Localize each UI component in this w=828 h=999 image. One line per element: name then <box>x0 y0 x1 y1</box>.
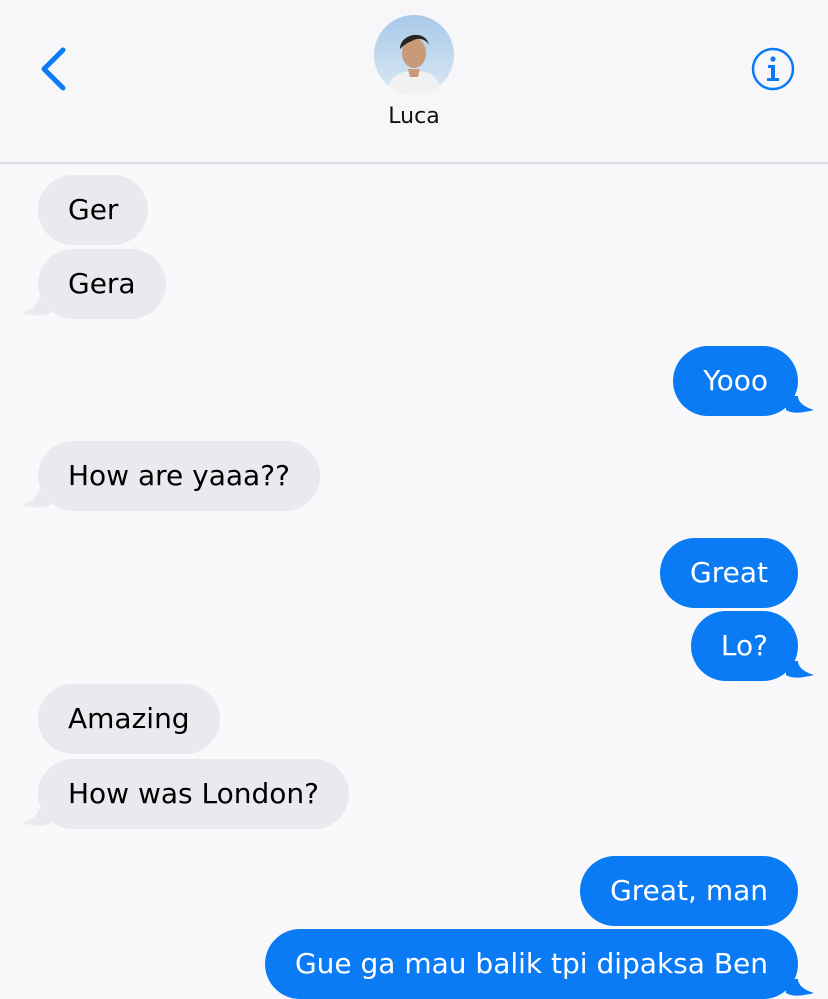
message-bubble-outgoing[interactable]: Lo? <box>690 611 798 681</box>
bubble-tail <box>786 396 814 413</box>
back-button[interactable] <box>30 40 80 100</box>
info-icon <box>751 47 795 91</box>
conversation-header: Luca <box>0 0 828 164</box>
contact-photo <box>374 15 454 95</box>
bubble-tail <box>786 979 814 996</box>
bubble-tail <box>22 809 50 826</box>
message-bubble-incoming[interactable]: Ger <box>38 175 149 245</box>
message-bubble-outgoing[interactable]: Great <box>660 538 798 608</box>
bubble-tail <box>22 491 50 508</box>
info-button[interactable] <box>750 46 796 92</box>
message-bubble-incoming[interactable]: How was London? <box>38 759 350 829</box>
contact-name[interactable]: Luca <box>0 104 828 129</box>
message-bubble-outgoing[interactable]: Gue ga mau balik tpi dipaksa Ben <box>264 929 798 999</box>
message-bubble-incoming[interactable]: Gera <box>38 249 166 319</box>
message-bubble-incoming[interactable]: Amazing <box>38 684 220 754</box>
chevron-left-icon <box>41 47 66 91</box>
avatar[interactable] <box>374 15 454 95</box>
bubble-tail <box>22 299 50 316</box>
message-bubble-outgoing[interactable]: Great, man <box>580 856 798 926</box>
message-bubble-incoming[interactable]: How are yaaa?? <box>38 441 320 511</box>
message-bubble-outgoing[interactable]: Yooo <box>673 346 798 416</box>
bubble-tail <box>786 661 814 678</box>
